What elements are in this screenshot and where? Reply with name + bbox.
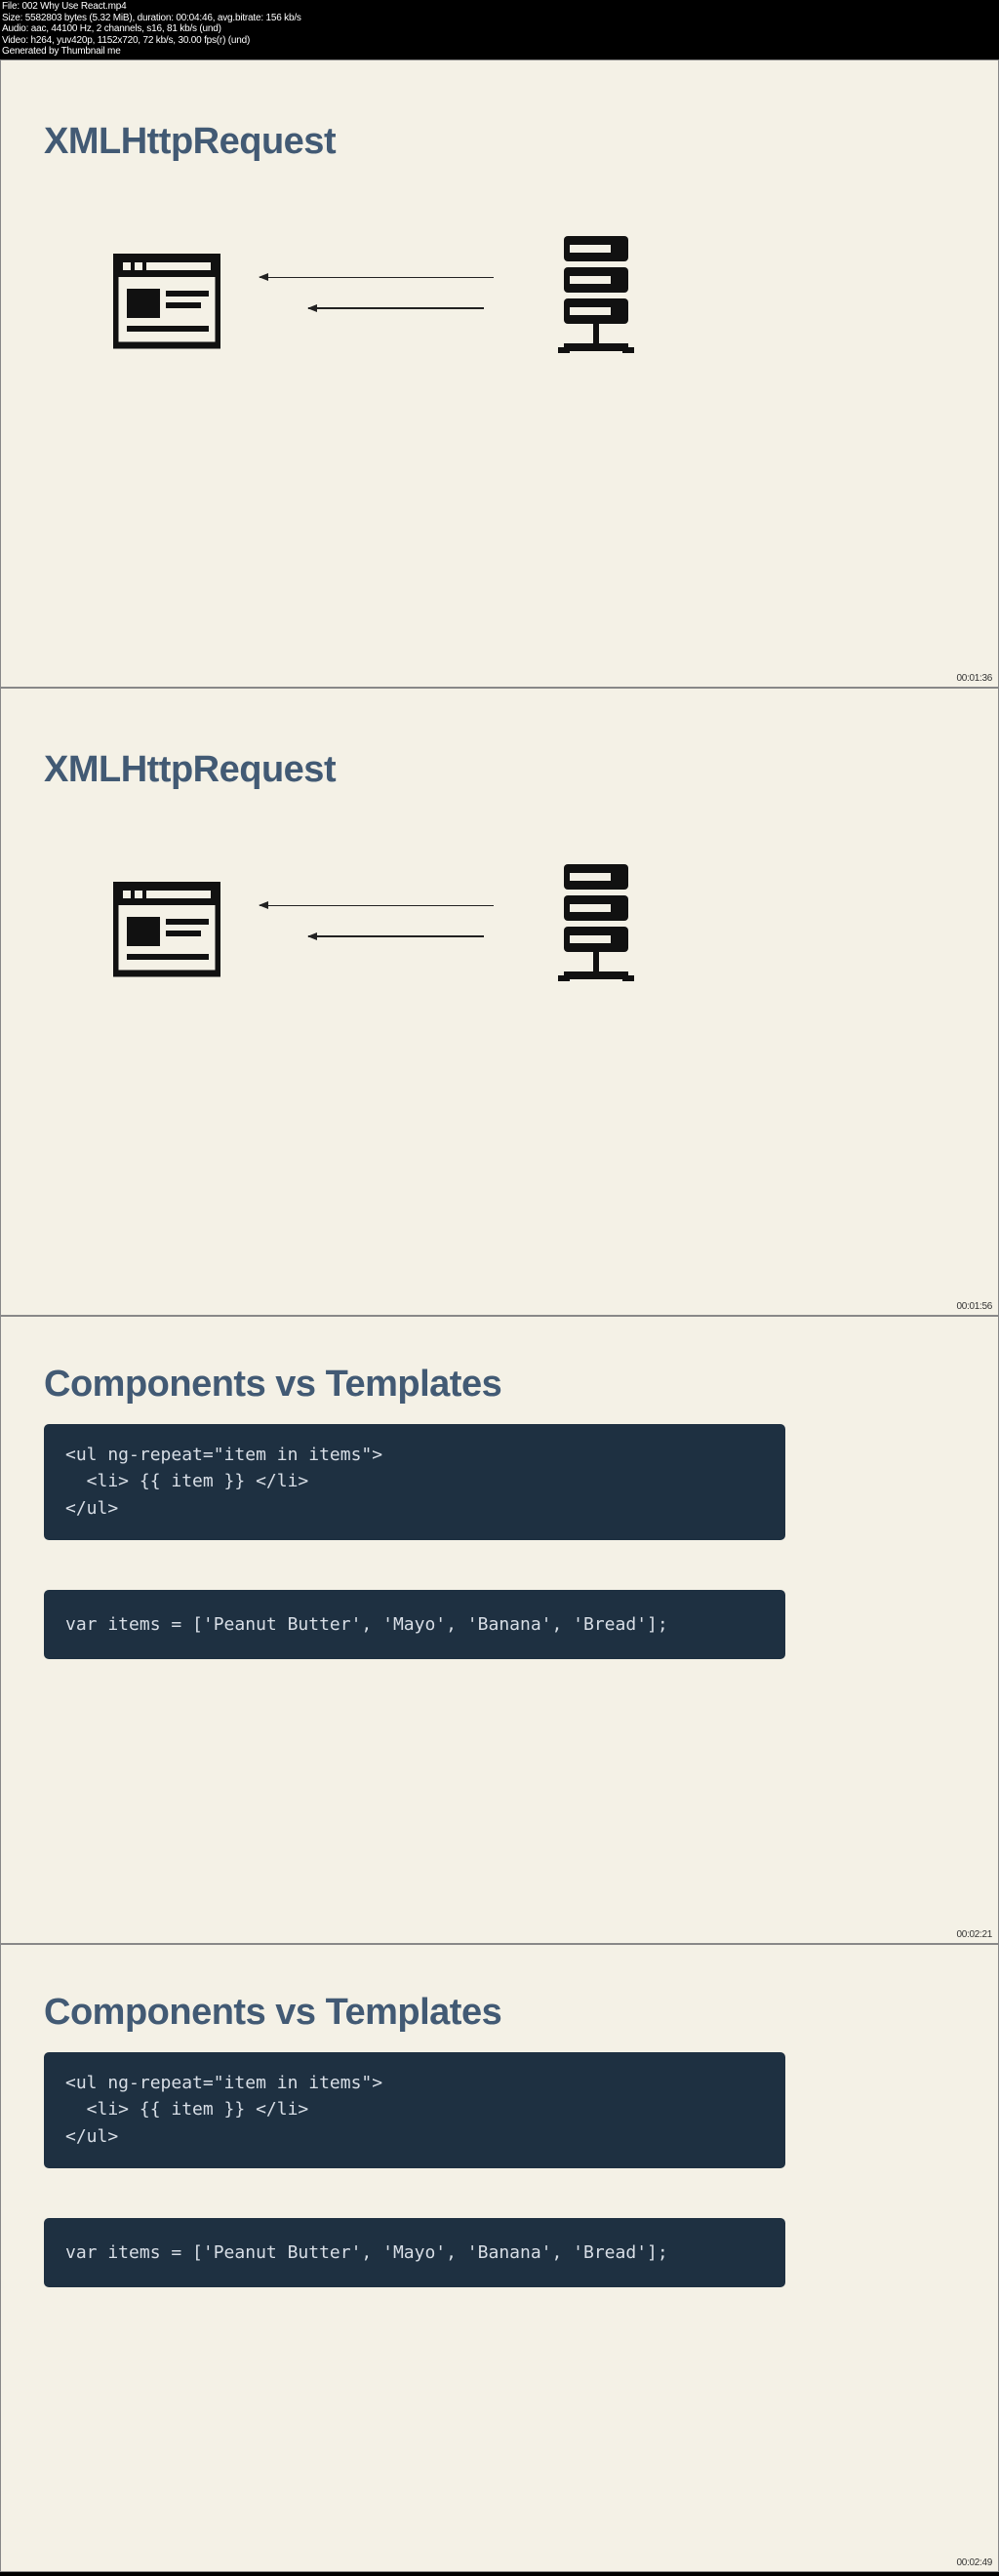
server-icon <box>552 864 640 1001</box>
code-block-template: <ul ng-repeat="item in items"> <li> {{ i… <box>44 1424 785 1541</box>
timestamp: 00:01:56 <box>956 1301 992 1312</box>
meta-audio: Audio: aac, 44100 Hz, 2 channels, s16, 8… <box>2 23 997 35</box>
thumbnail-3: Components vs Templates <ul ng-repeat="i… <box>0 1316 999 1944</box>
meta-size: Size: 5582803 bytes (5.32 MiB), duration… <box>2 13 997 24</box>
meta-generator: Generated by Thumbnail me <box>2 46 997 58</box>
code-block-data: var items = ['Peanut Butter', 'Mayo', 'B… <box>44 1590 785 1660</box>
arrow-left-icon <box>260 905 494 907</box>
timestamp: 00:02:21 <box>956 1929 992 1940</box>
slide-title: XMLHttpRequest <box>44 749 336 791</box>
arrows <box>260 277 494 338</box>
slide-title: Components vs Templates <box>44 1364 501 1406</box>
code-block-template: <ul ng-repeat="item in items"> <li> {{ i… <box>44 2052 785 2169</box>
code-block-data: var items = ['Peanut Butter', 'Mayo', 'B… <box>44 2218 785 2288</box>
thumbnail-1: XMLHttpRequest <box>0 59 999 688</box>
arrow-left-icon <box>308 935 484 937</box>
meta-video: Video: h264, yuv420p, 1152x720, 72 kb/s,… <box>2 35 997 47</box>
timestamp: 00:01:36 <box>956 673 992 684</box>
arrows <box>260 905 494 967</box>
slide-title: XMLHttpRequest <box>44 121 336 163</box>
thumbnail-4: Components vs Templates <ul ng-repeat="i… <box>0 1944 999 2572</box>
xhr-diagram <box>113 236 640 373</box>
timestamp: 00:02:49 <box>956 2557 992 2568</box>
server-icon <box>552 236 640 373</box>
meta-file: File: 002 Why Use React.mp4 <box>2 1 997 13</box>
browser-icon <box>113 882 220 984</box>
thumbnail-2: XMLHttpRequest <box>0 688 999 1316</box>
metadata-header: File: 002 Why Use React.mp4 Size: 558280… <box>0 0 999 59</box>
browser-icon <box>113 254 220 356</box>
slide-title: Components vs Templates <box>44 1992 501 2034</box>
xhr-diagram <box>113 864 640 1001</box>
arrow-left-icon <box>308 307 484 309</box>
arrow-left-icon <box>260 277 494 279</box>
